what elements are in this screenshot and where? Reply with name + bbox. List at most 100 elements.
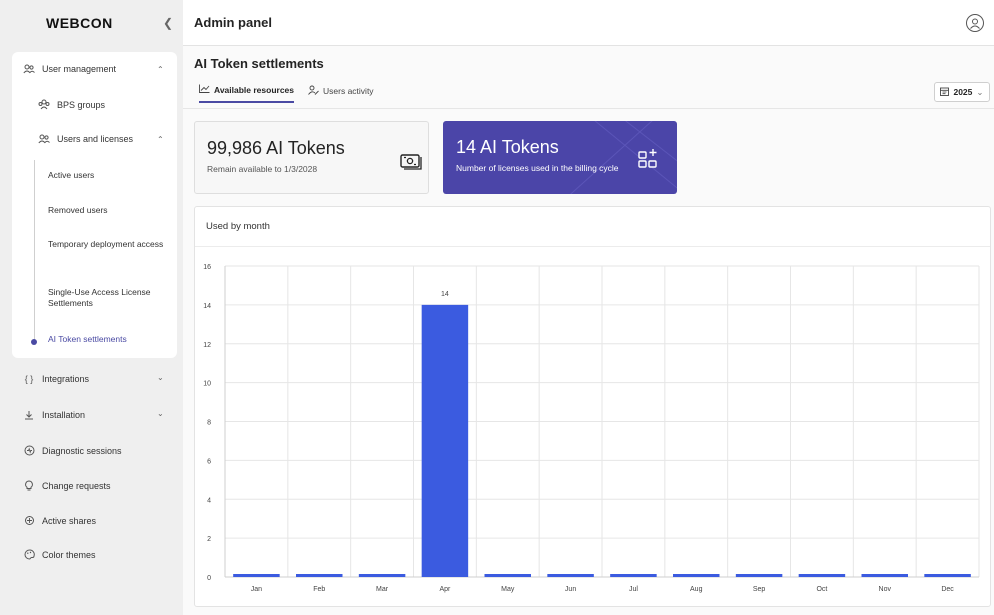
sidebar-item-color-themes[interactable]: Color themes	[22, 549, 96, 560]
sidebar-item-temporary-deployment-access[interactable]: Temporary deployment access	[48, 239, 168, 250]
webcon-logo: WEBCON	[46, 15, 113, 31]
data-label: 14	[441, 291, 449, 298]
y-tick-label: 6	[207, 458, 211, 465]
chevron-up-icon[interactable]: ⌃	[157, 65, 164, 74]
x-tick-label: Oct	[816, 586, 827, 593]
sidebar-item-change-requests[interactable]: Change requests	[22, 480, 111, 491]
sidebar: WEBCON ❮ User management ⌃ BPS groups Us…	[0, 0, 183, 615]
logo-row: WEBCON ❮	[0, 0, 183, 46]
user-avatar-icon[interactable]	[966, 13, 984, 32]
x-tick-label: Mar	[376, 586, 389, 593]
bar	[924, 574, 971, 577]
used-tokens-caption: Number of licenses used in the billing c…	[456, 163, 619, 173]
main-content: Admin panel AI Token settlements Availab…	[183, 0, 994, 615]
year-picker[interactable]: 2025 ⌄	[934, 82, 990, 102]
bar	[421, 304, 469, 577]
x-tick-label: Sep	[753, 586, 766, 593]
bar	[735, 574, 783, 577]
people-icon	[22, 64, 36, 74]
sidebar-item-single-use-access[interactable]: Single-Use Access License Settlements	[48, 287, 168, 309]
bar	[610, 574, 657, 577]
used-tokens-card: 14 AI Tokens Number of licenses used in …	[443, 121, 677, 194]
sidebar-item-label: User management	[42, 64, 117, 74]
sidebar-item-bps-groups[interactable]: BPS groups	[37, 99, 105, 110]
apps-add-icon	[637, 147, 659, 174]
available-tokens-card: 99,986 AI Tokens Remain available to 1/3…	[194, 121, 429, 194]
sidebar-item-label: Installation	[42, 410, 86, 420]
sidebar-item-diagnostic-sessions[interactable]: Diagnostic sessions	[22, 445, 122, 456]
x-tick-label: May	[501, 586, 515, 593]
y-tick-label: 2	[207, 536, 211, 543]
sidebar-item-removed-users[interactable]: Removed users	[48, 205, 168, 216]
sidebar-item-label: Color themes	[42, 549, 96, 560]
sidebar-item-active-shares[interactable]: Active shares	[22, 515, 96, 526]
x-tick-label: Aug	[690, 586, 703, 593]
page-header: AI Token settlements	[194, 56, 324, 71]
sidebar-item-active-users[interactable]: Active users	[48, 170, 168, 181]
chart-card: Used by month 0 2 4 6 8 10 12 14 16 Jan Feb Mar Apr 1…	[194, 206, 991, 607]
bar	[484, 574, 531, 577]
available-tokens-value: 99,986 AI Tokens	[207, 138, 345, 158]
sidebar-item-users-and-licenses[interactable]: Users and licenses	[37, 134, 133, 144]
x-tick-label: Jul	[629, 586, 638, 593]
sidebar-item-label: Change requests	[42, 480, 111, 491]
sidebar-item-label: BPS groups	[57, 99, 106, 110]
chevron-down-icon[interactable]: ⌄	[157, 409, 164, 418]
chevron-left-icon[interactable]: ❮	[163, 16, 173, 30]
sub-items-rail	[34, 160, 35, 343]
braces-icon: { }	[24, 374, 34, 384]
diagnostic-icon	[22, 445, 36, 456]
bar-chart: 0 2 4 6 8 10 12 14 16 Jan Feb Mar Apr 14 May Jun Jul Aug S…	[203, 264, 980, 593]
tab-users-activity[interactable]: Users activity	[308, 84, 374, 103]
tab-label: Users activity	[323, 85, 374, 96]
available-tokens-caption: Remain available to 1/3/2028	[207, 164, 318, 174]
top-bar: Admin panel	[183, 0, 994, 46]
y-tick-label: 0	[207, 575, 211, 582]
tab-bar: Available resources Users activity	[199, 84, 374, 103]
chevron-up-icon[interactable]: ⌃	[157, 135, 164, 144]
sidebar-item-installation[interactable]: Installation	[22, 410, 85, 420]
y-tick-label: 14	[203, 303, 211, 310]
bar	[358, 574, 406, 577]
bar	[798, 574, 846, 577]
sidebar-item-label: Active shares	[42, 515, 97, 526]
y-tick-label: 12	[203, 342, 211, 349]
chart-line-icon	[199, 84, 210, 95]
active-indicator	[31, 339, 37, 345]
sidebar-item-label: Diagnostic sessions	[42, 445, 122, 456]
chevron-down-icon[interactable]: ⌄	[157, 373, 164, 382]
y-tick-label: 16	[203, 264, 211, 271]
y-tick-label: 8	[207, 420, 211, 427]
bar	[861, 574, 908, 577]
sidebar-item-label: Integrations	[42, 374, 90, 384]
x-tick-label: Jan	[251, 586, 262, 593]
sidebar-item-integrations[interactable]: { } Integrations	[22, 374, 89, 384]
palette-icon	[22, 549, 36, 560]
calendar-icon	[940, 87, 950, 98]
y-tick-label: 10	[203, 381, 211, 388]
tab-available-resources[interactable]: Available resources	[199, 84, 295, 103]
page-title: AI Token settlements	[194, 56, 324, 71]
bar	[233, 574, 280, 577]
share-icon	[22, 515, 36, 526]
used-tokens-value: 14 AI Tokens	[456, 137, 559, 157]
x-tick-label: Dec	[941, 586, 954, 593]
people-icon	[37, 134, 51, 144]
download-icon	[22, 410, 36, 420]
chart-title: Used by month	[195, 207, 990, 247]
sidebar-item-ai-token-settlements[interactable]: AI Token settlements	[48, 334, 168, 345]
sidebar-item-label: Users and licenses	[57, 134, 134, 144]
sidebar-item-user-management[interactable]: User management	[22, 64, 116, 74]
x-tick-label: Feb	[313, 586, 325, 593]
tabs-divider	[183, 108, 994, 109]
chevron-down-icon: ⌄	[976, 86, 984, 97]
user-activity-icon	[308, 85, 319, 97]
year-value: 2025	[953, 87, 973, 97]
x-tick-label: Jun	[565, 586, 576, 593]
bar	[296, 574, 343, 577]
bar	[547, 574, 594, 577]
people-icon	[37, 99, 51, 110]
bar	[673, 574, 720, 577]
header-title: Admin panel	[194, 15, 273, 30]
lightbulb-icon	[22, 480, 36, 491]
